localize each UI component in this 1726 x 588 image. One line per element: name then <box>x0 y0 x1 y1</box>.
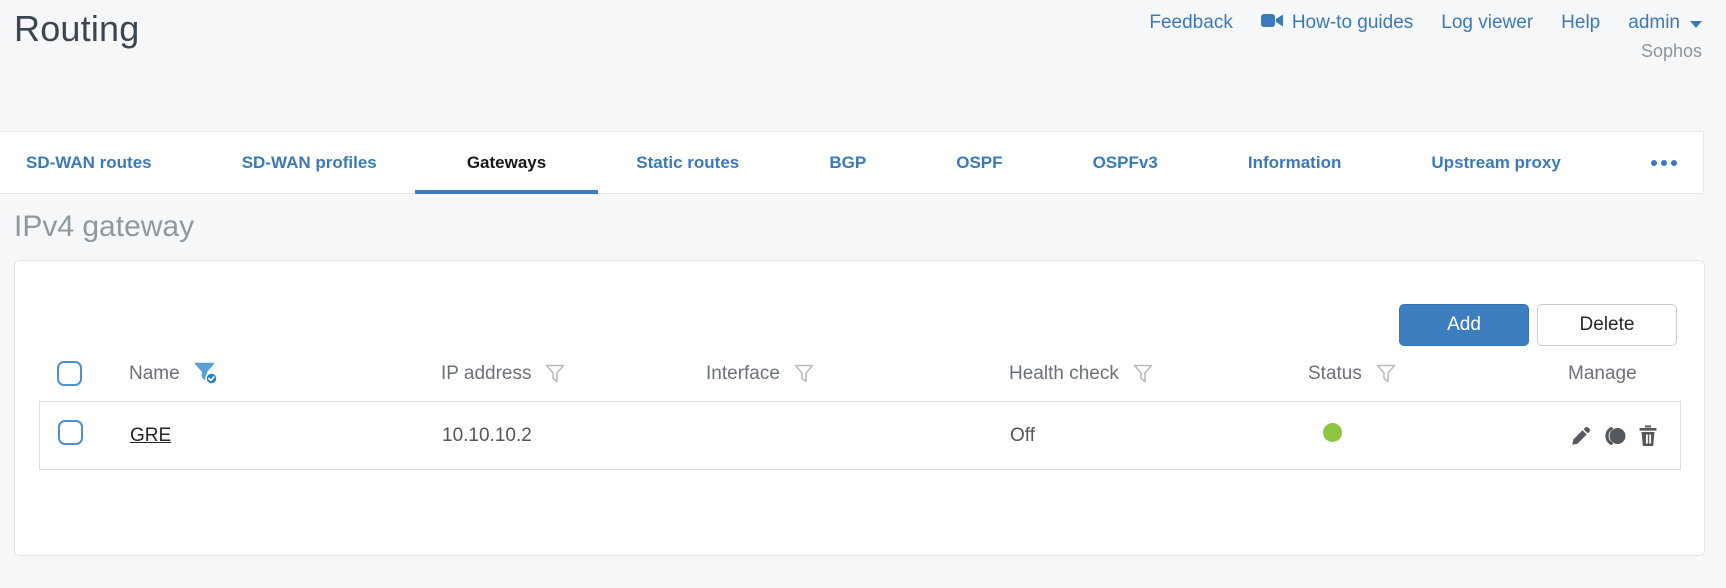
tab-bar: SD-WAN routes SD-WAN profiles Gateways S… <box>0 131 1704 194</box>
brand-label: Sophos <box>1640 41 1702 61</box>
table-row: GRE 10.10.10.2 Off <box>39 401 1681 470</box>
delete-button[interactable]: Delete <box>1537 304 1677 346</box>
tab-sdwan-routes[interactable]: SD-WAN routes <box>26 132 152 193</box>
delete-trash-icon[interactable] <box>1637 424 1659 448</box>
row-health-cell: Off <box>1010 424 1035 446</box>
feedback-link[interactable]: Feedback <box>1149 12 1232 34</box>
header-links: Feedback How-to guides Log viewer Help a… <box>1149 12 1702 34</box>
ip-header-label: IP address <box>441 362 532 384</box>
tab-bgp[interactable]: BGP <box>829 132 866 193</box>
page-header: Routing Feedback How-to guides Log viewe… <box>0 0 1704 131</box>
chevron-down-icon <box>1690 20 1702 28</box>
edit-pencil-icon[interactable] <box>1569 424 1593 448</box>
row-checkbox[interactable] <box>58 420 83 445</box>
column-header-health-check: Health check <box>1009 363 1308 385</box>
tab-static-routes[interactable]: Static routes <box>636 132 739 193</box>
log-viewer-link[interactable]: Log viewer <box>1441 12 1533 34</box>
gateway-name-link[interactable]: GRE <box>130 425 171 446</box>
tab-gateways[interactable]: Gateways <box>414 132 599 194</box>
howto-guides-label: How-to guides <box>1291 12 1414 33</box>
help-link[interactable]: Help <box>1561 12 1600 34</box>
column-header-status: Status <box>1308 363 1546 385</box>
filter-active-icon[interactable] <box>194 362 219 386</box>
row-status-cell <box>1309 423 1547 448</box>
status-header-label: Status <box>1308 362 1362 384</box>
admin-label: admin <box>1628 12 1680 33</box>
row-manage-cell <box>1547 424 1680 448</box>
row-ip-cell: 10.10.10.2 <box>442 424 532 446</box>
routing-page: Routing Feedback How-to guides Log viewe… <box>0 0 1705 556</box>
tab-ospf[interactable]: OSPF <box>956 132 1002 193</box>
health-header-label: Health check <box>1009 362 1119 384</box>
column-header-manage: Manage <box>1546 363 1681 385</box>
section-heading: IPv4 gateway <box>14 210 195 243</box>
tab-upstream-proxy[interactable]: Upstream proxy <box>1431 132 1560 193</box>
page-title: Routing <box>14 8 140 49</box>
column-header-interface: Interface <box>706 363 1009 385</box>
filter-icon[interactable] <box>545 364 566 384</box>
help-label: Help <box>1561 12 1601 33</box>
select-all-checkbox[interactable] <box>57 361 82 386</box>
interface-header-label: Interface <box>706 362 780 384</box>
feedback-label: Feedback <box>1149 12 1233 33</box>
more-tabs-icon[interactable] <box>1650 132 1677 193</box>
ipv4-gateway-panel: Add Delete Name IP address Interface Hea… <box>14 260 1705 556</box>
video-camera-icon <box>1260 12 1284 34</box>
table-header-row: Name IP address Interface Health check S… <box>39 346 1681 401</box>
row-name-cell: GRE <box>106 425 442 447</box>
column-header-name: Name <box>105 362 441 386</box>
log-viewer-label: Log viewer <box>1441 12 1534 33</box>
name-header-label: Name <box>129 362 180 384</box>
filter-icon[interactable] <box>1133 364 1154 384</box>
tab-sdwan-profiles[interactable]: SD-WAN profiles <box>242 132 377 193</box>
add-button[interactable]: Add <box>1399 304 1529 346</box>
admin-menu[interactable]: admin <box>1628 12 1702 34</box>
row-checkbox-cell <box>40 420 106 451</box>
status-up-indicator <box>1323 423 1342 442</box>
eclipse-toggle-icon[interactable] <box>1602 425 1628 447</box>
filter-icon[interactable] <box>1376 364 1397 384</box>
header-right: Feedback How-to guides Log viewer Help a… <box>1149 8 1702 62</box>
howto-guides-link[interactable]: How-to guides <box>1260 12 1414 34</box>
manage-header-label: Manage <box>1568 362 1637 384</box>
column-header-ip: IP address <box>441 363 706 385</box>
header-checkbox-cell <box>39 361 105 386</box>
filter-icon[interactable] <box>794 364 815 384</box>
tab-ospfv3[interactable]: OSPFv3 <box>1093 132 1158 193</box>
table-toolbar: Add Delete <box>15 261 1704 346</box>
tab-information[interactable]: Information <box>1248 132 1342 193</box>
